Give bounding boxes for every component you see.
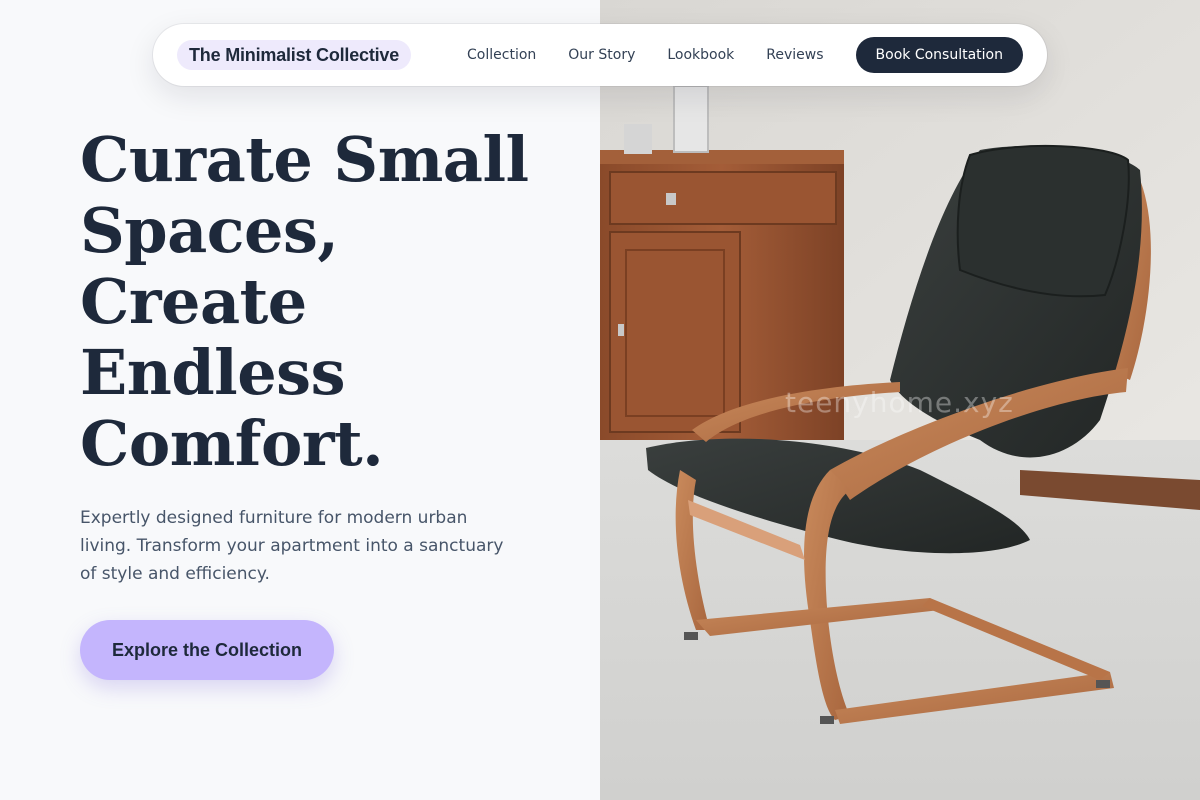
- headline-line: Curate Small: [80, 123, 529, 196]
- nav-link-reviews[interactable]: Reviews: [766, 47, 823, 63]
- hero-subtext: Expertly designed furniture for modern u…: [80, 508, 504, 584]
- headline-line: Create: [80, 265, 307, 338]
- nav-link-lookbook[interactable]: Lookbook: [667, 47, 734, 63]
- brand-logo[interactable]: The Minimalist Collective: [177, 40, 412, 70]
- image-watermark: teenyhome.xyz: [785, 386, 1014, 419]
- book-consultation-button[interactable]: Book Consultation: [855, 37, 1023, 73]
- nav-links: Collection Our Story Lookbook Reviews Bo…: [467, 37, 1023, 73]
- hero-headline: Curate Small Spaces, Create Endless Comf…: [80, 124, 580, 479]
- nav-link-collection[interactable]: Collection: [467, 47, 536, 63]
- headline-line: Spaces,: [80, 194, 339, 267]
- nav-link-our-story[interactable]: Our Story: [568, 47, 635, 63]
- headline-line: Endless: [80, 336, 346, 409]
- explore-collection-button[interactable]: Explore the Collection: [80, 620, 334, 680]
- top-navigation-bar: The Minimalist Collective Collection Our…: [153, 24, 1047, 86]
- headline-line: Comfort.: [80, 407, 384, 480]
